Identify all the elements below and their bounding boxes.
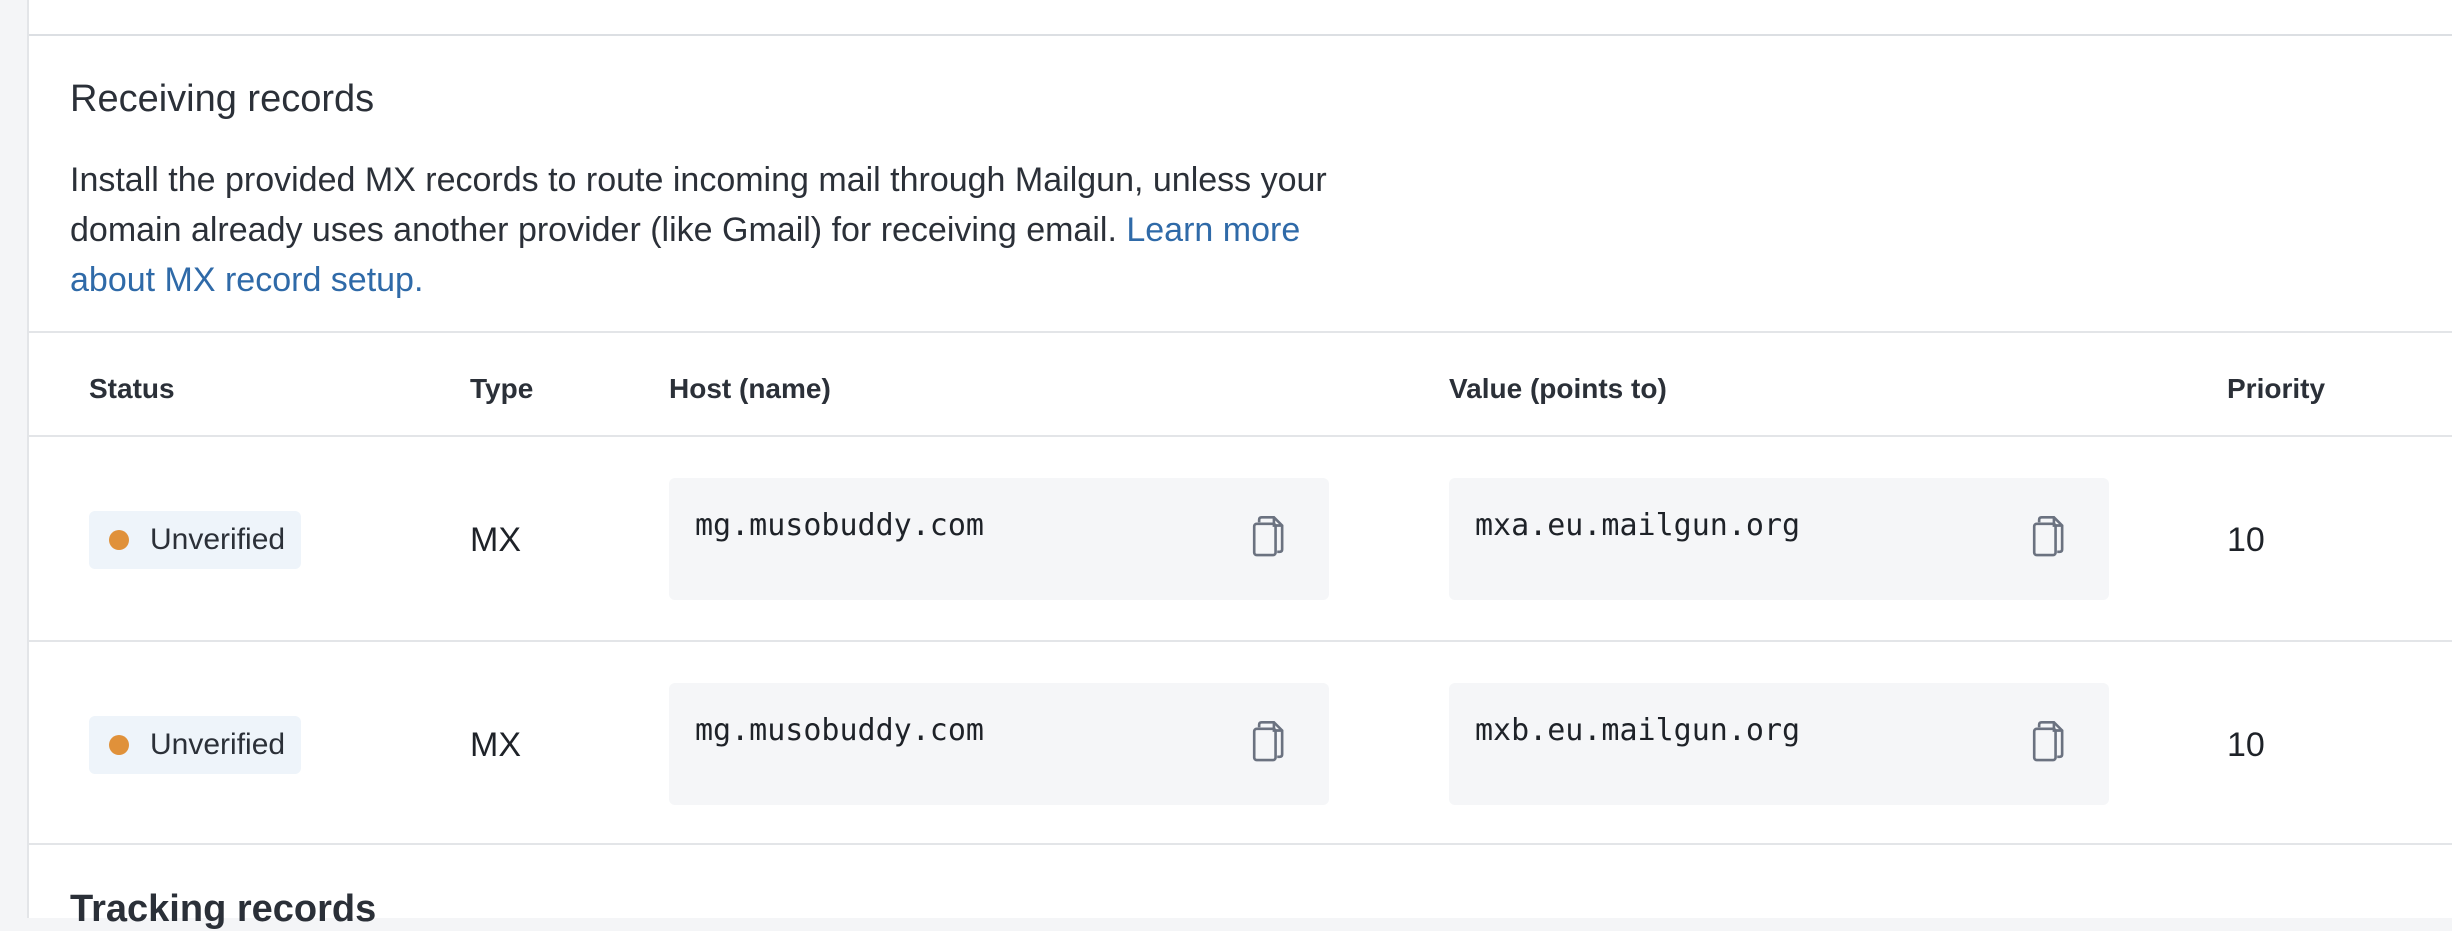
divider	[29, 843, 2452, 845]
priority-value: 10	[2227, 521, 2265, 559]
status-dot-icon	[109, 530, 129, 550]
value-field: mxb.eu.mailgun.org	[1449, 683, 2109, 805]
table-row: Unverified MX mg.musobuddy.com mxb.eu.ma…	[29, 642, 2452, 846]
receiving-records-card: Receiving records Install the provided M…	[27, 0, 2452, 930]
value-text: mxb.eu.mailgun.org	[1475, 713, 1801, 748]
copy-icon[interactable]	[1249, 719, 1289, 765]
status-dot-icon	[109, 735, 129, 755]
column-header-value: Value (points to)	[1449, 373, 1667, 404]
divider	[29, 34, 2452, 36]
value-text: mxa.eu.mailgun.org	[1475, 508, 1801, 543]
host-field: mg.musobuddy.com	[669, 683, 1329, 805]
section-title: Receiving records	[70, 78, 375, 120]
column-header-priority: Priority	[2227, 373, 2326, 404]
column-header-host: Host (name)	[669, 373, 831, 404]
section-description: Install the provided MX records to route…	[70, 155, 1390, 305]
copy-icon[interactable]	[1249, 514, 1289, 560]
host-field: mg.musobuddy.com	[669, 478, 1329, 600]
host-value: mg.musobuddy.com	[695, 508, 984, 543]
status-badge: Unverified	[89, 716, 301, 774]
table-row: Unverified MX mg.musobuddy.com mxa.eu.ma…	[29, 437, 2452, 641]
column-header-type: Type	[470, 373, 534, 404]
next-section-title: Tracking records	[70, 888, 377, 930]
column-header-status: Status	[89, 373, 175, 404]
record-type: MX	[470, 726, 521, 764]
divider	[29, 331, 2452, 333]
status-label: Unverified	[150, 523, 286, 556]
host-value: mg.musobuddy.com	[695, 713, 984, 748]
copy-icon[interactable]	[2029, 514, 2069, 560]
value-field: mxa.eu.mailgun.org	[1449, 478, 2109, 600]
copy-icon[interactable]	[2029, 719, 2069, 765]
priority-value: 10	[2227, 726, 2265, 764]
status-badge: Unverified	[89, 511, 301, 569]
status-label: Unverified	[150, 728, 286, 761]
record-type: MX	[470, 521, 521, 559]
